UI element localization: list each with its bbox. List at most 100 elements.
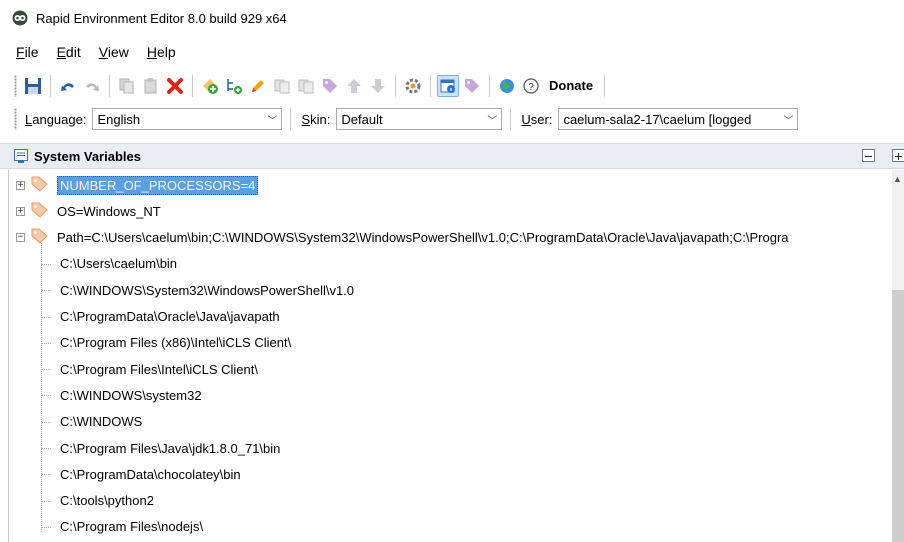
arrow-up-icon bbox=[347, 79, 361, 93]
path-entry-row[interactable]: C:\Program Files\Intel\iCLS Client\ bbox=[60, 356, 258, 382]
tree-guide-branch bbox=[41, 526, 51, 528]
move-down-button[interactable] bbox=[367, 75, 389, 97]
path-entry-label: C:\Users\caelum\bin bbox=[60, 256, 178, 272]
settings-button[interactable] bbox=[402, 75, 424, 97]
path-entry-row[interactable]: C:\WINDOWS\system32 bbox=[60, 382, 202, 408]
skin-select[interactable]: Default ﹀ bbox=[336, 108, 503, 130]
user-select[interactable]: caelum-sala2-17\caelum [logged ﹀ bbox=[558, 108, 799, 130]
tree-guide-branch bbox=[41, 263, 51, 265]
tree-guide-branch bbox=[41, 421, 51, 423]
edit-button[interactable] bbox=[247, 75, 269, 97]
tree-guide-line bbox=[41, 242, 42, 533]
path-entry-row[interactable]: C:\ProgramData\Oracle\Java\javapath bbox=[60, 304, 280, 330]
tree-guide-branch bbox=[41, 369, 51, 371]
copy-variable-icon bbox=[274, 79, 290, 94]
chevron-down-icon: ﹀ bbox=[783, 115, 794, 127]
tree-guide-branch bbox=[41, 395, 51, 397]
arrow-down-icon bbox=[371, 79, 385, 93]
expand-icon bbox=[895, 153, 902, 160]
panel-title: System Variables bbox=[34, 148, 141, 164]
title-bar: Rapid Environment Editor 8.0 build 929 x… bbox=[0, 0, 904, 36]
user-label: User: bbox=[521, 111, 553, 127]
tree-scrollbar[interactable]: ▲ bbox=[892, 170, 904, 542]
path-entry-label: C:\ProgramData\chocolatey\bin bbox=[60, 466, 241, 482]
path-entry-row[interactable]: C:\WINDOWS bbox=[60, 409, 142, 435]
variables-tree[interactable]: + NUMBER_OF_PROCESSORS=4 + OS=Windows_NT − Pa… bbox=[8, 170, 893, 542]
path-entry-row[interactable]: C:\ProgramData\chocolatey\bin bbox=[60, 461, 241, 487]
variable-label[interactable]: OS=Windows_NT bbox=[57, 204, 161, 219]
toolbar-grip[interactable] bbox=[14, 75, 17, 97]
gear-icon bbox=[405, 78, 421, 94]
menu-bar: File Edit View Help bbox=[0, 40, 185, 64]
help-icon: ? bbox=[523, 78, 539, 94]
scroll-up-arrow-icon[interactable]: ▲ bbox=[893, 174, 902, 184]
language-label: Language: bbox=[25, 111, 87, 127]
tag-icon bbox=[465, 79, 479, 93]
chevron-down-icon: ﹀ bbox=[267, 115, 278, 127]
move-up-button[interactable] bbox=[343, 75, 365, 97]
donate-button[interactable]: Donate bbox=[543, 75, 599, 97]
path-entry-label: C:\ProgramData\Oracle\Java\javapath bbox=[60, 309, 280, 324]
scrollbar-thumb[interactable] bbox=[892, 290, 904, 542]
paste-button[interactable] bbox=[140, 75, 162, 97]
collapse-all-button[interactable] bbox=[862, 149, 875, 162]
path-entry-row[interactable]: C:\Program Files\Java\jdk1.8.0_71\bin bbox=[60, 435, 280, 461]
path-entry-row[interactable]: C:\Users\caelum\bin bbox=[60, 251, 177, 277]
language-select[interactable]: English ﹀ bbox=[92, 108, 283, 130]
expand-icon[interactable]: + bbox=[16, 206, 25, 216]
variable-label[interactable]: Path=C:\Users\caelum\bin;C:\WINDOWS\Syst… bbox=[57, 230, 789, 245]
app-logo-icon bbox=[12, 10, 28, 26]
undo-icon bbox=[61, 83, 74, 91]
check-updates-button[interactable] bbox=[496, 75, 518, 97]
show-variables-toggle[interactable] bbox=[437, 75, 459, 97]
delete-button[interactable] bbox=[164, 75, 186, 97]
help-button[interactable]: ? bbox=[520, 75, 542, 97]
svg-text:?: ? bbox=[528, 82, 534, 93]
menu-help[interactable]: Help bbox=[138, 40, 185, 64]
menu-edit[interactable]: Edit bbox=[48, 40, 90, 64]
save-button[interactable] bbox=[22, 75, 44, 97]
toolbar-separator bbox=[510, 108, 512, 130]
tree-guide-branch bbox=[41, 448, 51, 449]
add-value-button[interactable] bbox=[223, 75, 245, 97]
show-tags-toggle[interactable] bbox=[461, 75, 483, 97]
toolbar-separator bbox=[192, 75, 193, 97]
path-entry-row[interactable]: C:\WINDOWS\System32\WindowsPowerShell\v1… bbox=[60, 277, 354, 303]
variable-row[interactable]: − Path=C:\Users\caelum\bin;C:\WINDOWS\Sys… bbox=[9, 225, 789, 251]
paste-variable-button[interactable] bbox=[295, 75, 317, 97]
variable-label[interactable]: NUMBER_OF_PROCESSORS=4 bbox=[57, 175, 259, 195]
chevron-down-icon: ﹀ bbox=[487, 115, 498, 127]
toolbar-separator bbox=[290, 108, 292, 130]
toolbar-grip[interactable] bbox=[14, 108, 17, 130]
path-entry-label: C:\Program Files\nodejs\ bbox=[60, 519, 204, 535]
path-entry-label: C:\tools\python2 bbox=[60, 493, 154, 509]
path-entry-label: C:\Program Files (x86)\Intel\iCLS Client… bbox=[60, 335, 292, 351]
copy-variable-button[interactable] bbox=[271, 75, 293, 97]
menu-file[interactable]: File bbox=[10, 40, 48, 64]
path-entry-label: C:\Program Files\Intel\iCLS Client\ bbox=[60, 361, 258, 377]
add-variable-button[interactable] bbox=[199, 75, 221, 97]
options-toolbar: Language: English ﹀ Skin: Default ﹀ User: … bbox=[0, 104, 904, 134]
menu-view[interactable]: View bbox=[90, 40, 138, 64]
expand-icon[interactable]: + bbox=[16, 180, 25, 190]
expand-all-button[interactable] bbox=[892, 149, 904, 162]
tree-guide-branch bbox=[41, 290, 51, 292]
tag-icon bbox=[31, 176, 49, 195]
tag-icon bbox=[31, 202, 49, 221]
variable-row[interactable]: + OS=Windows_NT bbox=[9, 198, 161, 224]
redo-button[interactable] bbox=[81, 75, 103, 97]
tree-guide-branch bbox=[41, 342, 51, 344]
path-entry-row[interactable]: C:\Program Files (x86)\Intel\iCLS Client… bbox=[60, 330, 291, 356]
toolbar-separator bbox=[604, 75, 606, 97]
add-value-icon bbox=[227, 79, 242, 94]
copy-button[interactable] bbox=[116, 75, 138, 97]
undo-button[interactable] bbox=[57, 75, 79, 97]
variable-row[interactable]: + NUMBER_OF_PROCESSORS=4 bbox=[9, 172, 259, 198]
tag-button[interactable] bbox=[319, 75, 341, 97]
toolbar-separator bbox=[395, 75, 396, 97]
pencil-icon bbox=[252, 80, 264, 92]
path-entry-row[interactable]: C:\Program Files\nodejs\ bbox=[60, 514, 203, 540]
collapse-icon[interactable]: − bbox=[16, 233, 25, 243]
paste-icon bbox=[144, 78, 157, 94]
path-entry-row[interactable]: C:\tools\python2 bbox=[60, 488, 154, 514]
